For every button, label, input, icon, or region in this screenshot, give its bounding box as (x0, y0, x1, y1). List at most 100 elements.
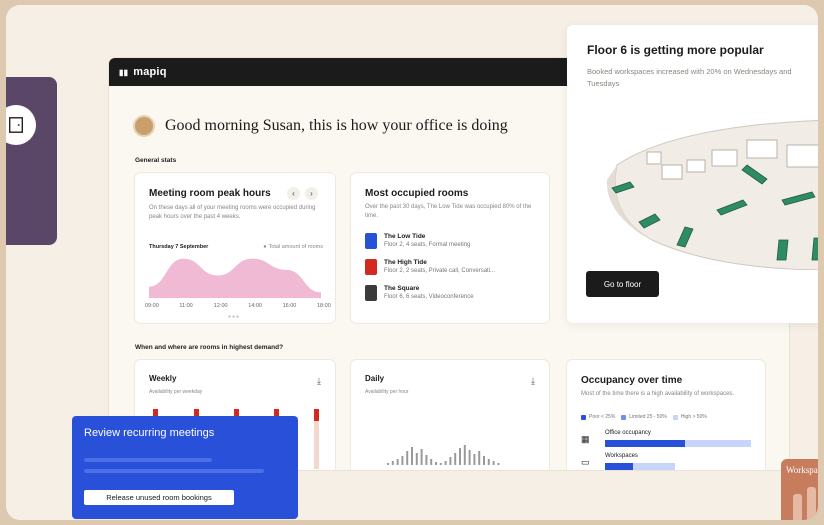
hour-bar (473, 454, 476, 465)
hour-bar (387, 463, 389, 465)
hour-bar (478, 451, 481, 465)
occupancy-bar-fill (605, 463, 633, 470)
most-occupied-description: Over the past 30 days, The Low Tide was … (365, 204, 532, 219)
occupancy-row-label: Office occupancy (605, 430, 651, 436)
x-tick-label: 16:00 (282, 303, 297, 309)
peak-legend: ● Total amount of rooms (263, 244, 323, 250)
room-icon (365, 233, 377, 249)
hour-bar (430, 459, 433, 465)
occupancy-title: Occupancy over time (581, 375, 683, 386)
placeholder-line (84, 469, 264, 473)
room-list-item[interactable]: The Square Floor 6, 6 seats, Videoconfere… (365, 285, 474, 301)
room-name: The High Tide (384, 259, 427, 266)
hour-bar (415, 453, 418, 465)
avatar[interactable] (133, 115, 155, 137)
hour-bar (401, 456, 404, 465)
greeting: Good morning Susan, this is how your off… (133, 115, 508, 137)
room-name: The Square (384, 285, 420, 292)
floor-description: Booked workspaces increased with 20% on … (587, 67, 792, 88)
hour-bar (492, 461, 495, 465)
release-bookings-button[interactable]: Release unused room bookings (84, 490, 234, 505)
daily-subtitle: Availability per hour (365, 389, 409, 395)
workspaces-tab-label: Workspa (786, 465, 818, 475)
daily-card: Daily Availability per hour ⤓ (351, 360, 549, 470)
hour-bar (420, 449, 423, 465)
hour-bar (396, 459, 399, 465)
hour-bar (439, 463, 442, 465)
occupancy-bar-fill (605, 440, 686, 447)
most-occupied-title: Most occupied rooms (365, 188, 469, 199)
weekday-bar (314, 409, 319, 469)
next-day-button[interactable]: › (305, 187, 318, 200)
download-icon: ⤓ (531, 376, 535, 386)
workspaces-tab[interactable]: Workspa (781, 459, 818, 520)
peak-hours-card: Meeting room peak hours ‹ › On these day… (135, 173, 335, 323)
hour-bar (425, 455, 428, 465)
hour-bar (483, 456, 485, 465)
x-tick-label: 11:00 (179, 303, 193, 309)
carousel-dots[interactable]: ●●● (228, 314, 240, 320)
legend-swatch (581, 414, 586, 420)
occupancy-bar-track (605, 440, 751, 447)
occupancy-row-label: Workspaces (605, 453, 638, 459)
general-stats-label: General stats (135, 157, 177, 164)
hour-bar (497, 463, 500, 465)
room-icon (365, 259, 377, 275)
room-details: Floor 2, 4 seats, Formal meeting (384, 242, 471, 248)
app-logo[interactable]: mapiq (133, 66, 166, 78)
x-tick-label: 09:00 (145, 303, 159, 309)
peak-day-label: Thursday 7 September (149, 244, 209, 250)
room-list-item[interactable]: The High Tide Floor 2, 2 seats, Private c… (365, 259, 495, 275)
peak-area-series (149, 258, 321, 298)
occupancy-card: Occupancy over time Most of the time the… (567, 360, 765, 470)
peak-hours-description: On these days all of your meeting rooms … (149, 205, 316, 220)
x-tick-label: 14:00 (248, 303, 262, 309)
weekly-download-button[interactable]: ⤓ (317, 376, 321, 387)
room-details: Floor 2, 2 seats, Private call, Conversa… (384, 268, 496, 274)
legend-swatch (672, 414, 678, 420)
peak-hours-chart (149, 258, 321, 298)
room-details: Floor 6, 6 seats, Videoconference (384, 294, 474, 300)
left-side-panel (6, 77, 57, 245)
mapiq-logo-icon: ▮▮ (119, 67, 129, 77)
legend-dot-icon: ● (263, 244, 267, 250)
x-tick-label: 18:00 (317, 303, 331, 309)
hour-bar (435, 462, 437, 465)
peak-hours-title: Meeting room peak hours (149, 188, 271, 199)
floor-popularity-card: Floor 6 is getting more popular Booked w… (567, 25, 818, 323)
hour-bar (454, 453, 457, 465)
room-list-item[interactable]: The Low Tide Floor 2, 4 seats, Formal mee… (365, 233, 470, 249)
hour-bar (449, 457, 452, 465)
occupancy-description: Most of the time there is a high availab… (581, 391, 735, 397)
daily-histogram (387, 445, 500, 465)
hour-bar (459, 448, 461, 465)
floor-title: Floor 6 is getting more popular (587, 43, 764, 57)
most-occupied-card: Most occupied rooms Over the past 30 day… (351, 173, 549, 323)
door-icon (9, 117, 23, 133)
building-icon: ▦ (581, 434, 590, 444)
daily-title: Daily (365, 374, 385, 383)
hour-bar (411, 447, 413, 465)
hour-bar (444, 461, 447, 465)
download-icon: ⤓ (317, 376, 321, 386)
placeholder-line (84, 458, 212, 462)
review-title: Review recurring meetings (84, 427, 215, 439)
x-tick-label: 12:00 (213, 303, 228, 309)
daily-download-button[interactable]: ⤓ (531, 376, 535, 387)
occupancy-legend: Poor < 25% Limited 25 - 50% High > 50% (581, 414, 707, 420)
demand-label: When and where are rooms in highest dema… (135, 344, 284, 351)
hour-bar (463, 445, 466, 465)
review-recurring-popup: Review recurring meetings Release unused… (72, 416, 298, 519)
prev-day-button[interactable]: ‹ (287, 187, 300, 200)
door-button[interactable] (6, 105, 36, 145)
tab-bar (807, 487, 816, 520)
occupancy-bar-track (605, 463, 675, 470)
greeting-text: Good morning Susan, this is how your off… (165, 117, 508, 134)
tab-bar (793, 494, 802, 520)
chevron-left-icon: ‹ (292, 189, 295, 198)
go-to-floor-button[interactable]: Go to floor (586, 271, 659, 297)
weekly-subtitle: Availability per weekday (149, 389, 203, 395)
hour-bar (391, 461, 394, 465)
room-name: The Low Tide (384, 233, 426, 240)
legend-swatch (621, 414, 627, 420)
